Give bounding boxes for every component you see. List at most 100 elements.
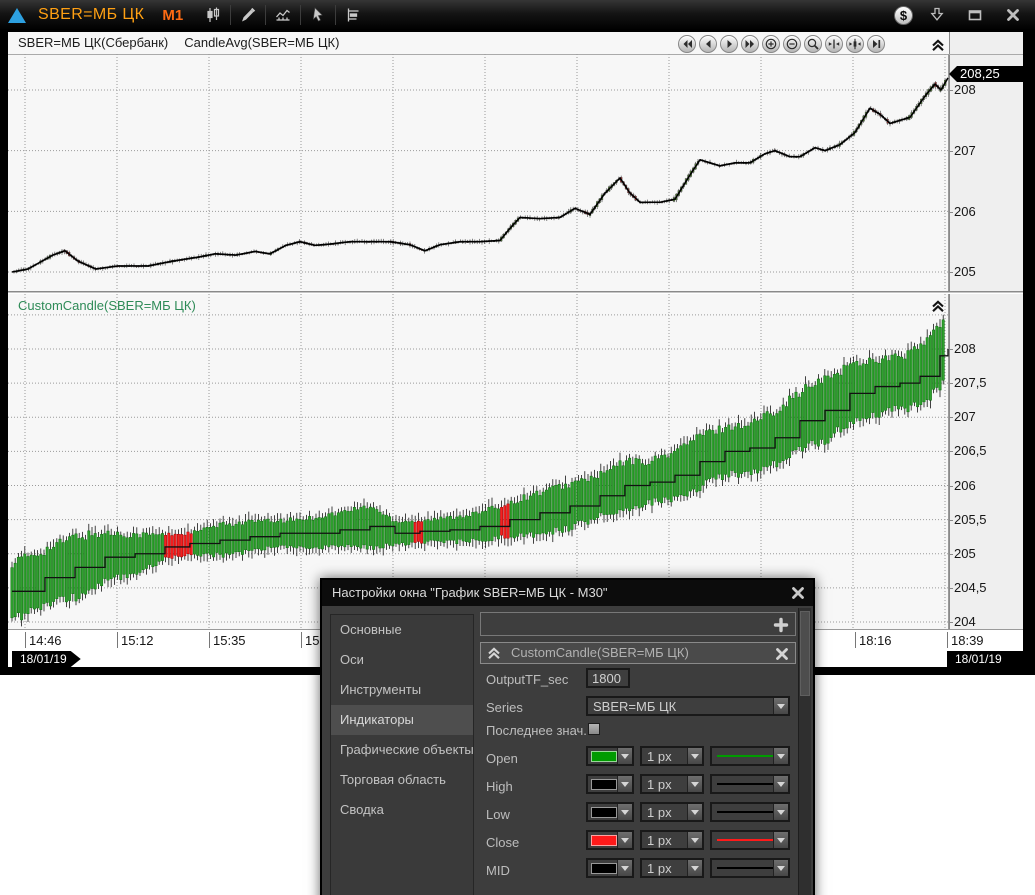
y-tick-label: 208	[954, 341, 976, 356]
dropdown-arrow-icon[interactable]	[617, 776, 632, 792]
x-tick-label: 15:35	[213, 633, 246, 648]
high-color-picker[interactable]	[586, 774, 634, 794]
dropdown-arrow-icon[interactable]	[687, 860, 702, 876]
outputtf-input[interactable]	[586, 668, 630, 688]
high-style-picker[interactable]	[710, 774, 790, 794]
dropdown-arrow-icon[interactable]	[773, 832, 788, 848]
pane2-label: CustomCandle(SBER=МБ ЦК)	[18, 298, 196, 313]
cursor-icon[interactable]	[304, 3, 332, 27]
y-tick-label: 205	[954, 264, 976, 279]
levels-icon[interactable]	[339, 3, 367, 27]
price-pane-plot[interactable]	[8, 54, 949, 291]
dropdown-arrow-icon[interactable]	[773, 698, 788, 714]
indicator-header[interactable]: CustomCandle(SBER=МБ ЦК)	[480, 642, 796, 664]
download-arrow-icon[interactable]	[923, 3, 951, 27]
indicator-add-bar	[480, 612, 796, 636]
y-tick-label: 204	[954, 614, 976, 629]
add-indicator-button[interactable]	[772, 616, 790, 634]
x-tick-label: 15:12	[121, 633, 154, 648]
menu-graficheskie-obekty[interactable]: Графические объекты	[331, 735, 473, 765]
mid-label: MID	[486, 863, 510, 878]
menu-indikatory[interactable]: Индикаторы	[331, 705, 473, 735]
dropdown-arrow-icon[interactable]	[617, 860, 632, 876]
zoom-out-button[interactable]	[783, 35, 801, 53]
zoom-box-button[interactable]	[804, 35, 822, 53]
dropdown-arrow-icon[interactable]	[773, 776, 788, 792]
date-tag-right: 18/01/19	[947, 651, 1023, 667]
close-width-picker[interactable]: 1 px	[640, 830, 704, 850]
dropdown-arrow-icon[interactable]	[773, 860, 788, 876]
compress-h-button[interactable]	[825, 35, 843, 53]
close-label: Close	[486, 835, 519, 850]
close-color-picker[interactable]	[586, 830, 634, 850]
dollar-icon[interactable]: $	[894, 6, 913, 25]
dropdown-arrow-icon[interactable]	[687, 748, 702, 764]
close-style-picker[interactable]	[710, 830, 790, 850]
dropdown-arrow-icon[interactable]	[773, 748, 788, 764]
menu-svodka[interactable]: Сводка	[331, 795, 473, 825]
titlebar-symbol: SBER=МБ ЦК	[38, 6, 144, 24]
dropdown-arrow-icon[interactable]	[617, 804, 632, 820]
pane1-collapse-icon[interactable]	[930, 37, 946, 58]
indicator-panel-icon[interactable]	[269, 3, 297, 27]
open-color-picker[interactable]	[586, 746, 634, 766]
toolbar-left	[199, 3, 367, 27]
pane1-indicator-label: CandleAvg(SBER=МБ ЦК)	[184, 35, 339, 50]
step-forward-button[interactable]	[720, 35, 738, 53]
goto-last-button[interactable]	[867, 35, 885, 53]
close-icon[interactable]	[999, 3, 1027, 27]
app-titlebar: SBER=МБ ЦК М1 $	[0, 0, 1035, 30]
compress-candle-button[interactable]	[846, 35, 864, 53]
menu-torgovaya-oblast[interactable]: Торговая область	[331, 765, 473, 795]
chart-area: SBER=МБ ЦК(Сбербанк)CandleAvg(SBER=МБ ЦК…	[8, 32, 1023, 667]
x-tick-label: 18:16	[859, 633, 892, 648]
collapse-chevron-icon[interactable]	[486, 645, 502, 667]
last-price-tag: 208,25	[949, 66, 1023, 82]
pane1-labels: SBER=МБ ЦК(Сбербанк)CandleAvg(SBER=МБ ЦК…	[18, 35, 355, 50]
step-back-button[interactable]	[699, 35, 717, 53]
y-tick-label: 207	[954, 409, 976, 424]
pencil-icon[interactable]	[234, 3, 262, 27]
low-style-picker[interactable]	[710, 802, 790, 822]
low-label: Low	[486, 807, 510, 822]
dialog-scrollbar[interactable]	[798, 608, 811, 895]
y-tick-label: 206	[954, 204, 976, 219]
chart-nav-buttons	[678, 35, 885, 53]
x-tick-label: 14:46	[29, 633, 62, 648]
high-width-picker[interactable]: 1 px	[640, 774, 704, 794]
indicator-remove-button[interactable]	[773, 645, 790, 662]
app-logo-icon	[8, 8, 26, 23]
zoom-in-button[interactable]	[762, 35, 780, 53]
candles-icon[interactable]	[199, 3, 227, 27]
menu-osnovnye[interactable]: Основные	[331, 615, 473, 645]
mid-style-picker[interactable]	[710, 858, 790, 878]
dropdown-arrow-icon[interactable]	[617, 748, 632, 764]
dropdown-arrow-icon[interactable]	[687, 776, 702, 792]
dialog-content: CustomCandle(SBER=МБ ЦК) OutputTF_sec Se…	[480, 610, 796, 895]
price-axis[interactable]	[949, 32, 1023, 629]
y-tick-label: 207,5	[954, 375, 987, 390]
low-width-picker[interactable]: 1 px	[640, 802, 704, 822]
restore-icon[interactable]	[961, 3, 989, 27]
seek-end-button[interactable]	[741, 35, 759, 53]
open-style-picker[interactable]	[710, 746, 790, 766]
date-tag-left: 18/01/19	[12, 651, 81, 667]
dropdown-arrow-icon[interactable]	[687, 804, 702, 820]
dropdown-arrow-icon[interactable]	[617, 832, 632, 848]
pane2-collapse-icon[interactable]	[930, 298, 946, 319]
menu-osi[interactable]: Оси	[331, 645, 473, 675]
mid-color-picker[interactable]	[586, 858, 634, 878]
menu-instrumenty[interactable]: Инструменты	[331, 675, 473, 705]
seek-start-button[interactable]	[678, 35, 696, 53]
lastval-checkbox[interactable]	[588, 723, 600, 735]
dialog-close-button[interactable]	[789, 584, 807, 602]
open-width-picker[interactable]: 1 px	[640, 746, 704, 766]
dialog-scrollbar-thumb[interactable]	[800, 611, 810, 696]
dropdown-arrow-icon[interactable]	[687, 832, 702, 848]
mid-width-picker[interactable]: 1 px	[640, 858, 704, 878]
low-color-picker[interactable]	[586, 802, 634, 822]
dropdown-arrow-icon[interactable]	[773, 804, 788, 820]
series-dropdown[interactable]: SBER=МБ ЦК	[586, 696, 790, 716]
toolbar-right: $	[894, 3, 1027, 27]
titlebar-timeframe: М1	[162, 7, 183, 24]
